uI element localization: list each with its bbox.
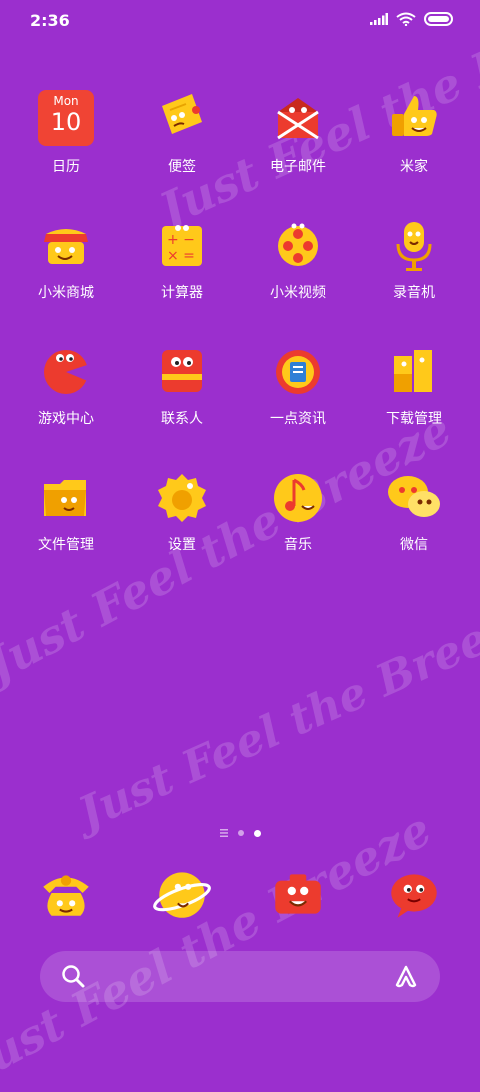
signal-icon — [370, 13, 388, 25]
settings-icon — [158, 474, 206, 522]
app-label: 计算器 — [161, 285, 203, 301]
app-label: 日历 — [52, 159, 80, 175]
app-label: 小米视频 — [270, 285, 326, 301]
dock-phone[interactable] — [8, 862, 124, 932]
app-calculator[interactable]: + − × = 计算器 — [124, 214, 240, 340]
wechat-icon — [388, 476, 440, 517]
app-label: 微信 — [400, 537, 428, 553]
page-indicator-list-icon — [219, 829, 228, 837]
contacts-icon — [162, 350, 202, 392]
app-grid: Mon 10 日历 便签 电子邮件 米家 小米商城 + − × = 计算器 小米… — [8, 88, 472, 592]
svg-text:× =: × = — [167, 248, 195, 264]
app-label: 文件管理 — [38, 537, 94, 553]
browser-icon — [153, 872, 211, 918]
app-label: 便签 — [168, 159, 196, 175]
notes-icon — [162, 94, 202, 134]
app-label: 设置 — [168, 537, 196, 553]
dock-messages[interactable] — [356, 862, 472, 932]
mi-store-icon — [44, 229, 88, 264]
game-center-icon — [44, 350, 90, 394]
camera-icon — [275, 874, 321, 914]
app-email[interactable]: 电子邮件 — [240, 88, 356, 214]
messages-icon — [391, 874, 437, 918]
app-mi-video[interactable]: 小米视频 — [240, 214, 356, 340]
download-manager-icon — [394, 350, 432, 392]
page-dot-active — [253, 829, 261, 837]
page-indicator[interactable] — [0, 829, 480, 837]
app-label: 电子邮件 — [270, 159, 326, 175]
app-download-manager[interactable]: 下载管理 — [356, 340, 472, 466]
dock-camera[interactable] — [240, 862, 356, 932]
calendar-date: 10 — [50, 108, 82, 136]
wifi-icon — [396, 12, 416, 26]
phone-icon — [43, 875, 89, 916]
wallpaper-text: Just Feel the Breeze — [71, 591, 480, 840]
assistant-icon[interactable] — [392, 963, 420, 991]
wallpaper-text: Just Feel the Breeze — [0, 801, 440, 1092]
music-icon — [274, 474, 322, 522]
news-icon — [276, 350, 320, 394]
file-manager-icon — [44, 480, 86, 516]
app-game-center[interactable]: 游戏中心 — [8, 340, 124, 466]
status-time: 2:36 — [30, 11, 70, 30]
status-icons — [370, 12, 454, 26]
app-label: 小米商城 — [38, 285, 94, 301]
page-dot — [237, 830, 244, 836]
dock — [8, 862, 472, 932]
app-label: 联系人 — [161, 411, 203, 427]
calculator-icon: + − × = — [162, 225, 202, 266]
app-label: 音乐 — [284, 537, 312, 553]
app-music[interactable]: 音乐 — [240, 466, 356, 592]
app-label: 一点资讯 — [270, 411, 326, 427]
calendar-icon: Mon 10 — [36, 88, 96, 148]
app-mi-store[interactable]: 小米商城 — [8, 214, 124, 340]
search-icon[interactable] — [60, 963, 86, 989]
mijia-icon — [392, 96, 437, 136]
app-recorder[interactable]: 录音机 — [356, 214, 472, 340]
battery-icon — [424, 12, 453, 26]
app-contacts[interactable]: 联系人 — [124, 340, 240, 466]
app-settings[interactable]: 设置 — [124, 466, 240, 592]
app-label: 米家 — [400, 159, 428, 175]
search-bar[interactable] — [40, 951, 440, 1002]
status-bar: 2:36 — [0, 0, 480, 42]
dock-browser[interactable] — [124, 862, 240, 932]
recorder-icon — [396, 222, 432, 271]
app-file-manager[interactable]: 文件管理 — [8, 466, 124, 592]
app-label: 录音机 — [393, 285, 435, 301]
email-icon — [277, 98, 319, 140]
app-wechat[interactable]: 微信 — [356, 466, 472, 592]
app-news[interactable]: 一点资讯 — [240, 340, 356, 466]
svg-text:+ −: + − — [167, 232, 195, 248]
app-notes[interactable]: 便签 — [124, 88, 240, 214]
app-mijia[interactable]: 米家 — [356, 88, 472, 214]
app-label: 游戏中心 — [38, 411, 94, 427]
mi-video-icon — [278, 223, 318, 266]
app-calendar[interactable]: Mon 10 日历 — [8, 88, 124, 214]
calendar-day: Mon — [53, 94, 79, 108]
app-label: 下载管理 — [386, 411, 442, 427]
